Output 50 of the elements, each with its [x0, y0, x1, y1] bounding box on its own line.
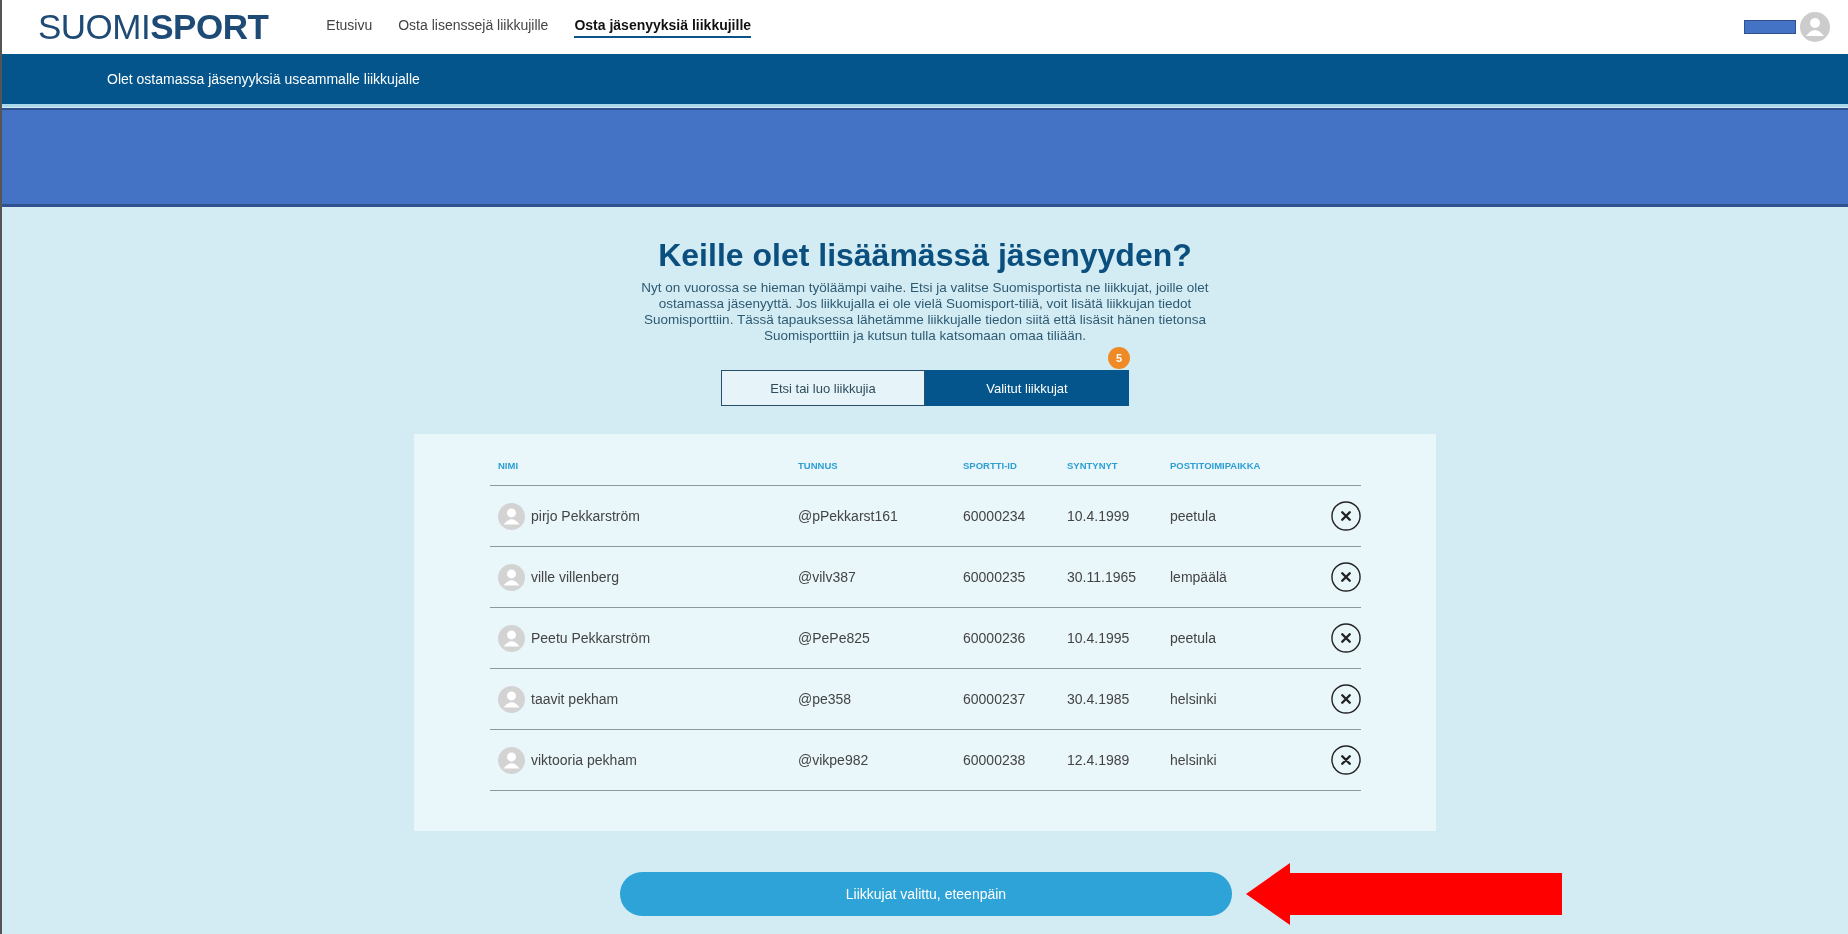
table-cell: helsinki	[1162, 730, 1304, 791]
table-cell: 12.4.1989	[1059, 730, 1162, 791]
table-cell: @vikpe982	[790, 730, 955, 791]
table-cell: peetula	[1162, 486, 1304, 547]
table-cell: peetula	[1162, 608, 1304, 669]
nav-link[interactable]: Osta jäsenyyksiä liikkujille	[574, 16, 752, 38]
subheader-text: Olet ostamassa jäsenyyksiä useammalle liikkujalle	[107, 71, 420, 87]
table-cell: @PePe825	[790, 608, 955, 669]
count-badge: 5	[1108, 347, 1130, 369]
remove-icon[interactable]	[1331, 501, 1361, 531]
nav-link[interactable]: Osta lisenssejä liikkujille	[398, 16, 549, 38]
remove-icon[interactable]	[1331, 745, 1361, 775]
redaction-block	[1744, 20, 1796, 34]
table-cell: viktooria pekham	[531, 752, 637, 768]
column-header: POSTITOIMIPAIKKA	[1162, 448, 1304, 486]
table-cell: @pe358	[790, 669, 955, 730]
table-cell: helsinki	[1162, 669, 1304, 730]
table-cell: 60000238	[955, 730, 1059, 791]
column-header: NIMI	[490, 448, 790, 486]
table-cell: pirjo Pekkarström	[531, 508, 640, 524]
avatar-icon	[498, 624, 525, 652]
avatar-icon	[498, 563, 525, 591]
table-cell: 10.4.1999	[1059, 486, 1162, 547]
table-cell: 60000237	[955, 669, 1059, 730]
remove-icon[interactable]	[1331, 562, 1361, 592]
nav-link[interactable]: Etusivu	[326, 16, 373, 38]
tab[interactable]: Etsi tai luo liikkujia	[721, 370, 925, 406]
table-cell: ville villenberg	[531, 569, 619, 585]
intro-text: Nyt on vuorossa se hieman työläämpi vaihe. Etsi ja valitse Suomisportista ne liikkujat, joille olet ostamassa jäsenyyttä. Jos liikkujalla ei ole vielä Suomisport-tiliä, voit lisätä liikkujan tiedot Suomisporttiin. Tässä tapauksessa lähetämme liikkujalle tiedon siitä että lisäsit hänen tietonsa Suomisporttiin ja kutsun tulla katsomaan omaa tiliään.	[640, 280, 1210, 344]
table-cell: @pPekkarst161	[790, 486, 955, 547]
table-cell: @vilv387	[790, 547, 955, 608]
column-header: SYNTYNYT	[1059, 448, 1162, 486]
avatar-icon	[498, 685, 525, 713]
column-header: TUNNUS	[790, 448, 955, 486]
remove-icon[interactable]	[1331, 684, 1361, 714]
table-cell: 60000236	[955, 608, 1059, 669]
table-cell: 60000234	[955, 486, 1059, 547]
page-heading: Keille olet lisäämässä jäsenyyden?	[658, 237, 1192, 274]
table-cell: taavit pekham	[531, 691, 619, 707]
table-cell: 10.4.1995	[1059, 608, 1162, 669]
table-cell: Peetu Pekkarström	[531, 630, 651, 646]
table-cell: 30.4.1985	[1059, 669, 1162, 730]
table-cell: lempäälä	[1162, 547, 1304, 608]
avatar-icon	[498, 746, 525, 774]
logo[interactable]: SUOMISPORT	[38, 7, 269, 47]
table-cell: 60000235	[955, 547, 1059, 608]
table-cell: 30.11.1965	[1059, 547, 1162, 608]
remove-icon[interactable]	[1331, 623, 1361, 653]
column-header: SPORTTI-ID	[955, 448, 1059, 486]
avatar-icon	[498, 502, 525, 530]
